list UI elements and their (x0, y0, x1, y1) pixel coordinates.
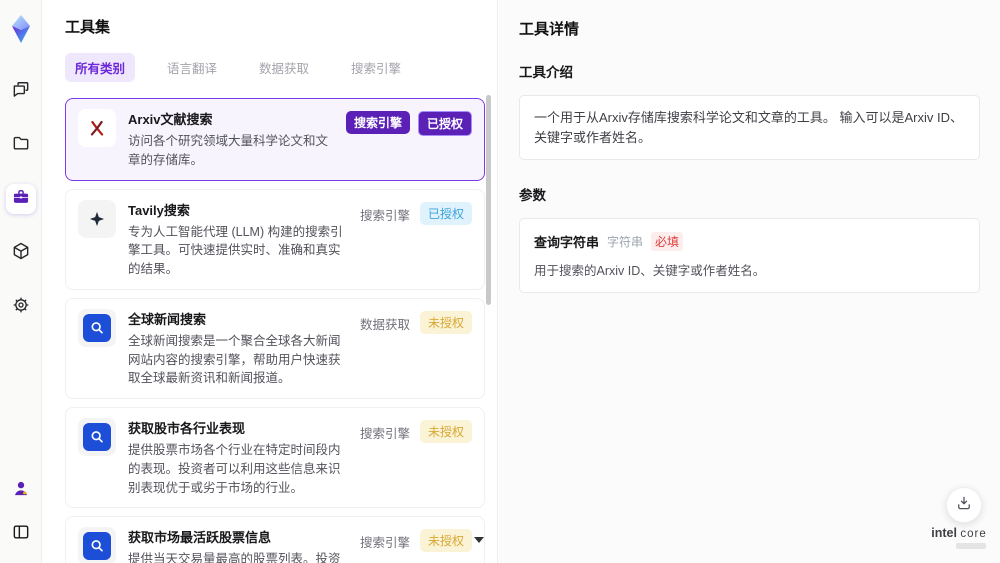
chat-icon (11, 79, 31, 104)
download-button[interactable] (946, 487, 982, 523)
parameter-name: 查询字符串 (534, 235, 600, 250)
tool-card-tavily[interactable]: Tavily搜索 专为人工智能代理 (LLM) 构建的搜索引擎工具。可快速提供实… (65, 188, 485, 290)
tool-title: 全球新闻搜索 (128, 311, 207, 327)
tool-description: 专为人工智能代理 (LLM) 构建的搜索引擎工具。可快速提供实时、准确和真实的结… (128, 224, 343, 277)
sidebar-item-chat[interactable] (6, 76, 36, 106)
tool-description: 访问各个研究领域大量科学论文和文章的存储库。 (128, 134, 329, 167)
sidebar-item-files[interactable] (6, 130, 36, 160)
gear-icon (11, 295, 31, 320)
category-label: 搜索引擎 (359, 208, 410, 223)
package-icon (11, 241, 31, 266)
briefcase-icon (11, 187, 31, 212)
sidebar-item-packages[interactable] (6, 238, 36, 268)
tab-all-categories[interactable]: 所有类别 (65, 53, 136, 82)
tool-list: Arxiv文献搜索 访问各个研究领域大量科学论文和文章的存储库。 搜索引擎 已授… (65, 98, 485, 563)
intel-core-logo: intel core (928, 526, 990, 549)
params-heading: 参数 (519, 188, 546, 203)
intel-sub-mark (956, 543, 986, 549)
parameter-card: 查询字符串 字符串 必填 用于搜索的Arxiv ID、关键字或作者姓名。 (519, 218, 980, 293)
tool-intro-text: 一个用于从Arxiv存储库搜索科学论文和文章的工具。 输入可以是Arxiv ID… (519, 95, 980, 160)
required-badge: 必填 (651, 232, 684, 251)
status-badge: 已授权 (419, 201, 472, 225)
folder-icon (11, 133, 31, 158)
user-avatar[interactable] (6, 475, 36, 505)
rail-bottom (6, 475, 36, 549)
app-logo-icon (4, 10, 38, 48)
tools-panel-title: 工具集 (65, 19, 111, 36)
tool-description: 提供股票市场各个行业在特定时间段内的表现。投资者可以利用这些信息来识别表现优于或… (128, 443, 341, 495)
tool-description: 提供当天交易量最高的股票列表。投资者可以利用这些信息来识别流动性强的股票和潜在的… (128, 552, 341, 563)
news-search-app-icon (78, 308, 116, 347)
panel-toggle-icon (11, 522, 31, 547)
tool-title: Arxiv文献搜索 (128, 112, 213, 127)
stock-search-app-icon (78, 527, 116, 563)
tool-card-global-news[interactable]: 全球新闻搜索 全球新闻搜索是一个聚合全球各大新闻网站内容的搜索引擎，帮助用户快速… (65, 297, 485, 399)
tools-panel: 工具集 所有类别 语言翻译 数据获取 搜索引擎 Arxiv文献搜索 访问各个研究… (42, 0, 498, 563)
core-wordmark: core (960, 528, 987, 540)
category-label: 搜索引擎 (359, 427, 410, 441)
sidebar-item-tools[interactable] (5, 184, 36, 214)
scroll-down-icon (474, 537, 484, 543)
collapse-sidebar-button[interactable] (6, 519, 36, 549)
list-scrollbar[interactable] (486, 95, 491, 305)
status-badge: 未授权 (419, 420, 472, 443)
arxiv-logo-icon (78, 109, 116, 147)
tool-title: Tavily搜索 (128, 202, 190, 218)
status-badge: 未授权 (419, 529, 472, 553)
sidebar-item-settings[interactable] (6, 292, 36, 322)
download-icon (955, 494, 973, 517)
tab-language-translation[interactable]: 语言翻译 (157, 53, 227, 82)
user-icon (11, 478, 31, 503)
status-badge: 未授权 (419, 310, 472, 334)
parameter-description: 用于搜索的Arxiv ID、关键字或作者姓名。 (534, 264, 766, 278)
tool-card-most-active-stocks[interactable]: 获取市场最活跃股票信息 提供当天交易量最高的股票列表。投资者可以利用这些信息来识… (65, 516, 485, 563)
tavily-star-icon (78, 199, 116, 238)
tool-card-sector-performance[interactable]: 获取股市各行业表现 提供股票市场各个行业在特定时间段内的表现。投资者可以利用这些… (65, 407, 485, 509)
tab-search-engine[interactable]: 搜索引擎 (341, 53, 411, 82)
tool-title: 获取股市各行业表现 (128, 421, 246, 436)
tool-details-panel: 工具详情 工具介绍 一个用于从Arxiv存储库搜索科学论文和文章的工具。 输入可… (499, 0, 1000, 563)
tab-data-fetching[interactable]: 数据获取 (249, 53, 319, 82)
tool-description: 全球新闻搜索是一个聚合全球各大新闻网站内容的搜索引擎，帮助用户快速获取全球最新资… (128, 333, 341, 386)
category-label: 搜索引擎 (359, 536, 410, 551)
app-window: 工具集 所有类别 语言翻译 数据获取 搜索引擎 Arxiv文献搜索 访问各个研究… (0, 0, 1000, 563)
rail-nav (5, 76, 36, 322)
category-tabs: 所有类别 语言翻译 数据获取 搜索引擎 (65, 53, 483, 82)
intro-heading: 工具介绍 (519, 65, 573, 80)
tool-card-arxiv[interactable]: Arxiv文献搜索 访问各个研究领域大量科学论文和文章的存储库。 搜索引擎 已授… (65, 98, 485, 181)
tool-title: 获取市场最活跃股票信息 (128, 530, 272, 546)
category-badge: 搜索引擎 (345, 111, 410, 134)
stock-search-app-icon (78, 418, 116, 456)
icon-rail (0, 0, 42, 563)
intel-wordmark: intel (931, 526, 957, 540)
details-title: 工具详情 (519, 21, 580, 38)
parameter-type: 字符串 (607, 235, 644, 249)
category-label: 数据获取 (359, 317, 410, 332)
status-badge: 已授权 (417, 111, 472, 136)
